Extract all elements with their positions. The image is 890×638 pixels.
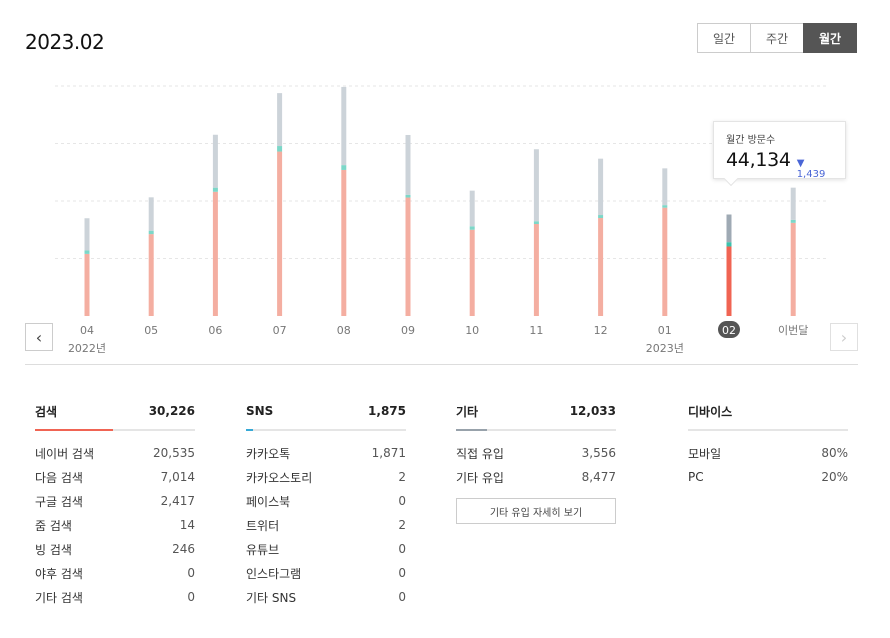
list-item: 구글 검색 2,417 (35, 494, 195, 509)
stats-search-bar-fill (35, 429, 114, 431)
x-tick-label: 10 (465, 324, 479, 337)
chart-tooltip: 월간 방문수 44,134 ▼ 1,439 (713, 121, 846, 187)
stats-sns-bar (246, 429, 406, 431)
bar-search (84, 253, 90, 316)
x-tick-label: 06 (208, 324, 222, 337)
list-item: PC 20% (688, 470, 848, 484)
stats-sns-total: 1,875 (368, 404, 406, 418)
list-item: 모바일 80% (688, 446, 848, 461)
other-detail-button[interactable]: 기타 유입 자세히 보기 (456, 498, 616, 524)
bar-other (277, 93, 283, 147)
x-tick-label: 04 (80, 324, 94, 337)
stats-other: 기타 12,033 직접 유입 3,556 기타 유입 8,477 기타 유입 자세… (456, 398, 616, 524)
list-item: 네이버 검색 20,535 (35, 446, 195, 461)
bar-sns (212, 187, 218, 192)
list-item: 다음 검색 7,014 (35, 470, 195, 485)
bar-other (405, 134, 411, 195)
x-tick-label: 05 (144, 324, 158, 337)
tooltip-value: 44,134 (726, 149, 791, 171)
bar-search (148, 234, 154, 316)
list-item: 카카오톡 1,871 (246, 446, 406, 461)
list-item: 인스타그램 0 (246, 566, 406, 581)
prev-period-button[interactable]: ‹ (25, 323, 53, 351)
bar-other (790, 187, 796, 220)
stats-device: 디바이스 모바일 80% PC 20% (688, 398, 848, 489)
x-tick-label: 01 (658, 324, 672, 337)
stats-search-bar (35, 429, 195, 431)
list-item: 기타 SNS 0 (246, 590, 406, 605)
bar-sns (84, 250, 90, 254)
bar-other (212, 134, 218, 188)
stats-search-total: 30,226 (148, 404, 195, 418)
bar-sns (598, 215, 604, 219)
x-tick-label: 이번달 (778, 324, 808, 337)
bar-search (533, 224, 539, 316)
list-item: 유튜브 0 (246, 542, 406, 557)
stats-search: 검색 30,226 네이버 검색 20,535 다음 검색 7,014 구글 검색 2… (35, 398, 195, 609)
visitor-chart: 04 05 06 07 08 09 10 11 12 01 02 이번달 2022년 2023년 (55, 85, 826, 355)
next-period-button[interactable]: › (830, 323, 858, 351)
bar-search (790, 222, 796, 316)
bar-sns (405, 194, 411, 198)
bar-search (212, 191, 218, 316)
stats-device-title: 디바이스 (688, 404, 733, 419)
bar-search (598, 218, 604, 316)
x-tick-label: 02 (722, 324, 736, 337)
bar-search (277, 151, 283, 316)
bar-search (405, 197, 411, 316)
stats-search-title: 검색 (35, 404, 58, 419)
stats-other-total: 12,033 (569, 404, 616, 418)
stats-other-title: 기타 (456, 404, 479, 419)
x-tick-label: 09 (401, 324, 415, 337)
list-item: 트위터 2 (246, 518, 406, 533)
stats-sns: SNS 1,875 카카오톡 1,871 카카오스토리 2 페이스북 0 트위터 2 유… (246, 398, 406, 609)
tooltip-label: 월간 방문수 (726, 135, 776, 146)
list-item: 기타 검색 0 (35, 590, 195, 605)
stats-sns-title: SNS (246, 404, 274, 418)
bar-sns (533, 221, 539, 224)
bar-other (148, 197, 154, 231)
bar-search (469, 229, 475, 316)
tooltip-change: ▼ 1,439 (797, 158, 833, 180)
list-item: 직접 유입 3,556 (456, 446, 616, 461)
stats-other-bar-fill (456, 429, 488, 431)
list-item: 야후 검색 0 (35, 566, 195, 581)
bar-search (662, 207, 668, 316)
chevron-left-icon: ‹ (35, 327, 43, 347)
x-tick-label: 11 (529, 324, 543, 337)
year-label: 2022년 (68, 342, 106, 355)
bar-sns (726, 242, 732, 247)
bar-other (84, 218, 90, 251)
list-item: 카카오스토리 2 (246, 470, 406, 485)
bar-sns (148, 230, 154, 235)
x-tick-label: 12 (594, 324, 608, 337)
bar-sns (662, 205, 668, 208)
stats-device-bar (688, 429, 848, 431)
bar-sns (469, 226, 475, 230)
bar-search (341, 169, 347, 316)
stats-sns-bar-fill (246, 429, 253, 431)
x-tick-label: 08 (337, 324, 351, 337)
bar-sns (790, 219, 796, 223)
list-item: 빙 검색 246 (35, 542, 195, 557)
year-label: 2023년 (646, 342, 684, 355)
bar-sns (277, 146, 283, 152)
tooltip-change-value: 1,439 (796, 169, 826, 180)
bar-other (598, 158, 604, 216)
bar-search (726, 246, 732, 316)
down-arrow-icon: ▼ (796, 158, 805, 169)
bar-other (533, 149, 539, 222)
chevron-right-icon: › (840, 327, 848, 347)
bar-other (726, 214, 732, 243)
bar-other (341, 86, 347, 166)
bar-other (662, 168, 668, 206)
bar-sns (341, 165, 347, 170)
section-divider (25, 364, 858, 365)
list-item: 페이스북 0 (246, 494, 406, 509)
list-item: 줌 검색 14 (35, 518, 195, 533)
bar-other (469, 190, 475, 227)
list-item: 기타 유입 8,477 (456, 470, 616, 485)
stats-other-bar (456, 429, 616, 431)
x-tick-label: 07 (273, 324, 287, 337)
